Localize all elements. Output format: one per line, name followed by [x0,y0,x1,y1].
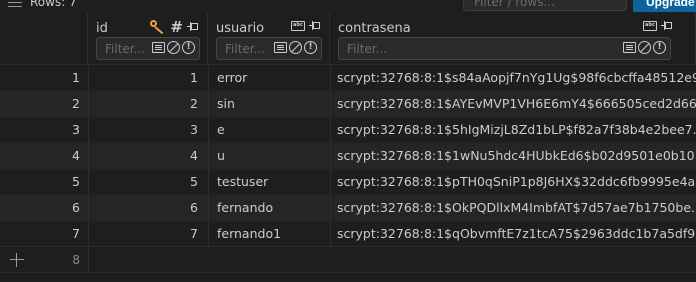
column-filter-input[interactable]: Filter... ! [338,37,671,60]
cell-usuario[interactable]: error [208,65,330,91]
info-icon[interactable]: ! [182,41,195,54]
column-header-id[interactable]: id # Filter... ! [88,12,208,65]
toolbar: Rows: 7 Filter / rows... Upgrade [0,0,696,12]
rows-count-label: Rows: 7 [30,0,77,9]
column-header-contrasena[interactable]: contrasena abc Filter... ! [330,12,696,65]
cell-usuario[interactable]: fernando1 [208,221,330,247]
rows-count: Rows: 7 [8,0,77,9]
cell-id[interactable]: 7 [88,221,208,247]
table-row[interactable]: 1 1 error scrypt:32768:8:1$s84aAopjf7nYg… [0,65,696,91]
key-icon [150,20,166,35]
cell-usuario[interactable]: fernando [208,195,330,221]
column-divider [208,65,209,247]
column-header-usuario[interactable]: usuario abc Filter... ! [208,12,330,65]
table-row[interactable]: 3 3 e scrypt:32768:8:1$5hIgMizjL8Zd1bLP$… [0,117,696,143]
text-type-icon: abc [291,21,305,31]
cell-id[interactable]: 6 [88,195,208,221]
row-number: 6 [72,200,80,215]
row-number: 7 [72,226,80,241]
null-icon[interactable] [638,41,651,54]
cell-usuario[interactable]: testuser [208,169,330,195]
filter-placeholder: Filter... [347,42,388,56]
filter-placeholder: Filter... [225,42,266,56]
cell-contrasena[interactable]: scrypt:32768:8:1$pTH0qSniP1p8J6HX$32ddc6… [330,169,696,195]
row-number: 1 [72,70,80,85]
list-icon[interactable] [274,42,287,53]
cell-usuario[interactable]: u [208,143,330,169]
info-icon[interactable]: ! [653,41,666,54]
column-filter-input[interactable]: Filter... ! [216,37,322,60]
list-icon[interactable] [152,42,165,53]
null-icon[interactable] [167,41,180,54]
column-divider [88,247,89,273]
column-divider [330,65,331,247]
pin-icon[interactable] [187,21,199,33]
hash-icon: # [170,18,183,36]
pin-icon[interactable] [661,20,673,32]
cell-contrasena[interactable]: scrypt:32768:8:1$5hIgMizjL8Zd1bLP$f82a7f… [330,117,696,143]
cell-id[interactable]: 4 [88,143,208,169]
row-number: 4 [72,148,80,163]
row-number: 3 [72,122,80,137]
table-row[interactable]: 7 7 fernando1 scrypt:32768:8:1$qObvmftE7… [0,221,696,247]
cell-contrasena[interactable]: scrypt:32768:8:1$AYEvMVP1VH6E6mY4$666505… [330,91,696,117]
row-number: 5 [72,174,80,189]
cell-contrasena[interactable]: scrypt:32768:8:1$s84aAopjf7nYg1Ug$98f6cb… [330,65,696,91]
list-icon[interactable] [623,42,636,53]
row-number-header [0,12,88,65]
table-row[interactable]: 6 6 fernando scrypt:32768:8:1$OkPQDllxM4… [0,195,696,221]
add-row-icon[interactable] [10,253,24,267]
row-number: 2 [72,96,80,111]
text-type-icon: abc [643,21,657,31]
table-row[interactable]: 5 5 testuser scrypt:32768:8:1$pTH0qSniP1… [0,169,696,195]
filter-rows-input[interactable]: Filter / rows... [463,0,627,11]
column-name: contrasena [338,21,411,36]
filter-placeholder: Filter... [105,42,146,56]
cell-contrasena[interactable]: scrypt:32768:8:1$1wNu5hdc4HUbkEd6$b02d95… [330,143,696,169]
upgrade-button[interactable]: Upgrade [633,0,696,12]
cell-id[interactable]: 5 [88,169,208,195]
column-filter-input[interactable]: Filter... ! [96,37,200,60]
cell-contrasena[interactable]: scrypt:32768:8:1$qObvmftE7z1tcA75$2963dd… [330,221,696,247]
menu-icon[interactable] [8,0,22,7]
add-row-bar: 8 [0,247,696,273]
table-row[interactable]: 4 4 u scrypt:32768:8:1$1wNu5hdc4HUbkEd6$… [0,143,696,169]
column-name: usuario [216,21,265,36]
cell-id[interactable]: 3 [88,117,208,143]
cell-id[interactable]: 2 [88,91,208,117]
table-row[interactable]: 2 2 sin scrypt:32768:8:1$AYEvMVP1VH6E6mY… [0,91,696,117]
cell-usuario[interactable]: e [208,117,330,143]
cell-usuario[interactable]: sin [208,91,330,117]
column-name: id [96,21,108,36]
info-icon[interactable]: ! [304,41,317,54]
cell-id[interactable]: 1 [88,65,208,91]
null-icon[interactable] [289,41,302,54]
cell-contrasena[interactable]: scrypt:32768:8:1$OkPQDllxM4ImbfAT$7d57ae… [330,195,696,221]
pin-icon[interactable] [309,20,321,32]
column-divider [88,65,89,247]
